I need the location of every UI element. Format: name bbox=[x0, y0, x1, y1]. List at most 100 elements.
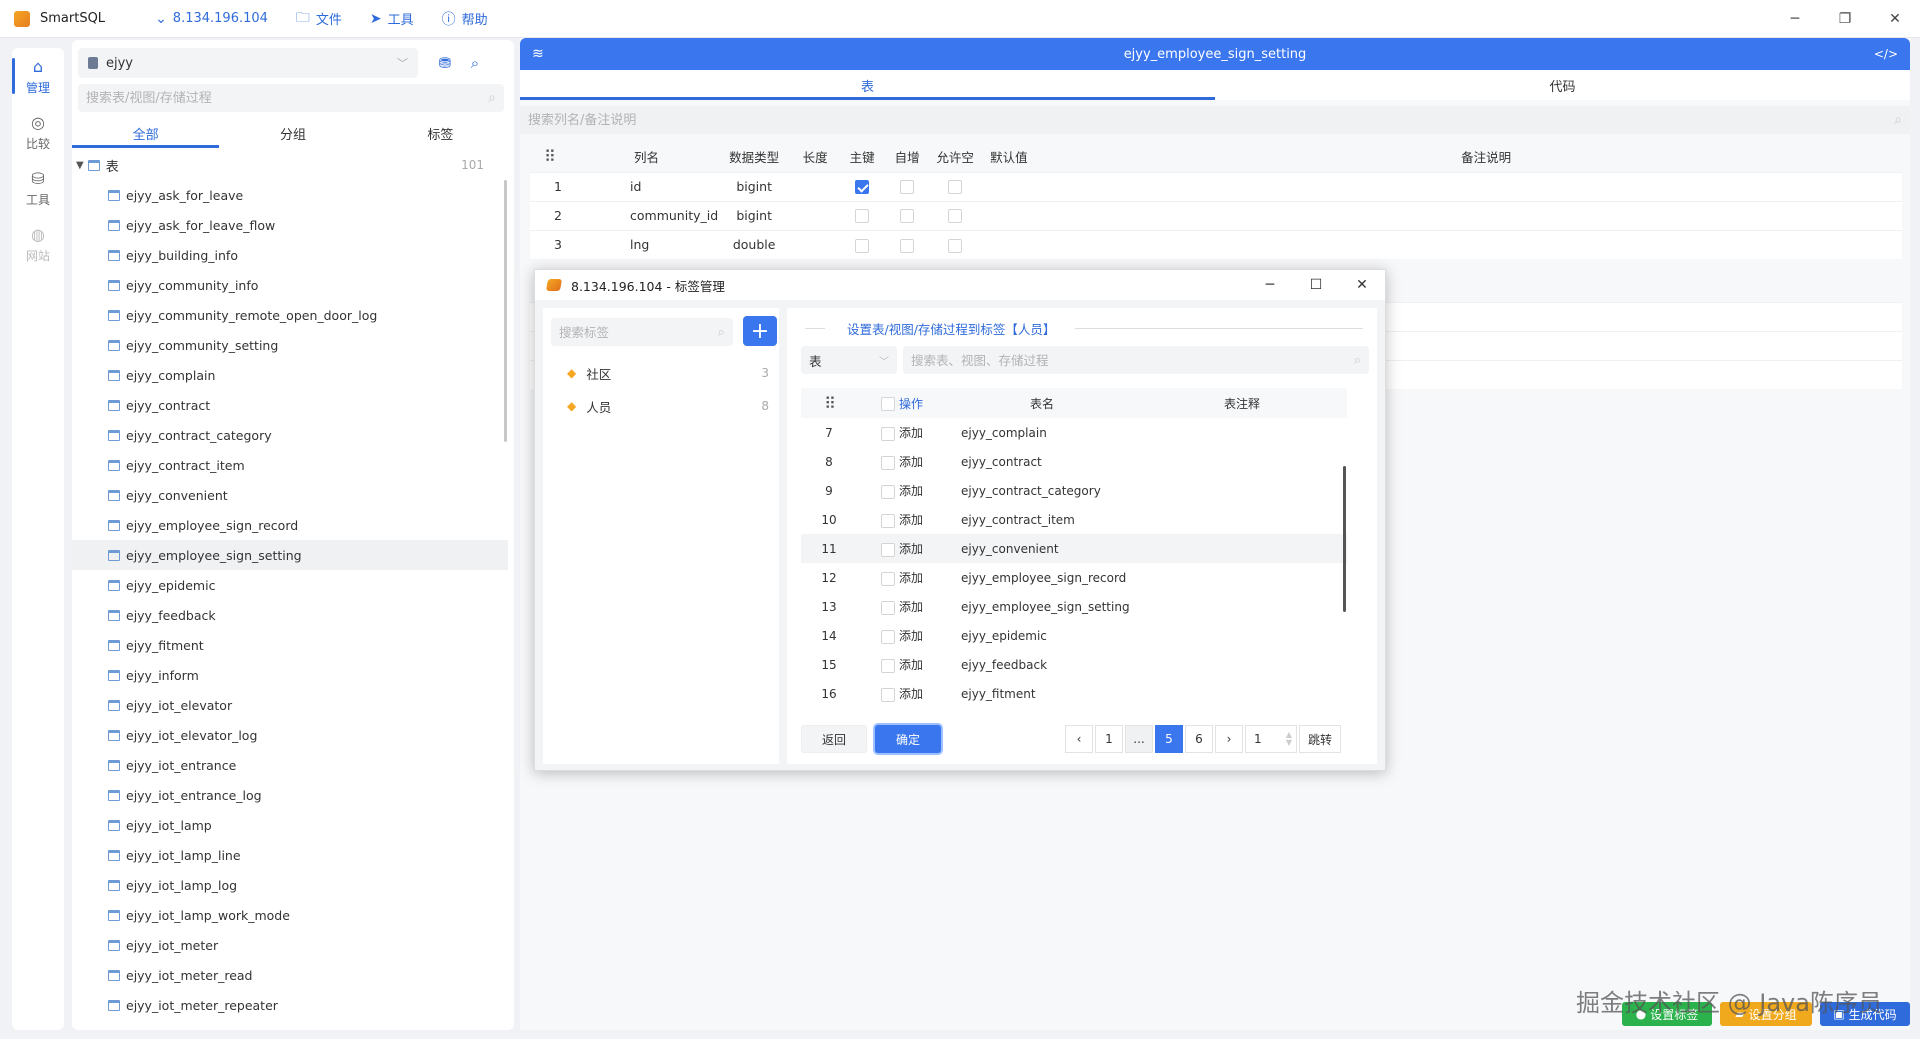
sidebar-search-input[interactable] bbox=[86, 90, 489, 106]
add-action[interactable]: 添加 bbox=[899, 571, 923, 585]
object-type-select[interactable]: 表 ﹀ bbox=[801, 346, 897, 374]
tag-search-input[interactable] bbox=[559, 324, 718, 340]
sidebar-table-item[interactable]: ejyy_iot_lamp bbox=[72, 810, 508, 840]
table-row[interactable]: 2 community_id bigint bbox=[530, 200, 1902, 230]
table-row[interactable]: 13 添加 ejyy_employee_sign_setting bbox=[801, 592, 1347, 621]
row-checkbox[interactable] bbox=[881, 542, 895, 557]
confirm-button[interactable]: 确定 bbox=[875, 725, 941, 753]
rail-item-compare[interactable]: ◎ 比较 bbox=[12, 104, 64, 160]
object-search-input[interactable] bbox=[911, 352, 1354, 368]
tab-code[interactable]: 代码 bbox=[1215, 70, 1910, 100]
grid-icon[interactable]: ⠿ bbox=[801, 388, 857, 418]
nullable-checkbox[interactable] bbox=[948, 180, 963, 195]
add-action[interactable]: 添加 bbox=[899, 658, 923, 672]
table-row[interactable]: 16 添加 ejyy_fitment bbox=[801, 679, 1347, 708]
layers-icon[interactable]: ≋ bbox=[532, 46, 544, 62]
minimize-icon[interactable]: ─ bbox=[1770, 0, 1820, 38]
row-checkbox[interactable] bbox=[881, 571, 895, 586]
table-row[interactable]: 7 添加 ejyy_complain bbox=[801, 418, 1347, 447]
add-action[interactable]: 添加 bbox=[899, 600, 923, 614]
table-row[interactable]: 1 id bigint bbox=[530, 171, 1902, 201]
sidebar-table-item[interactable]: ejyy_iot_lamp_log bbox=[72, 870, 508, 900]
tag-item-staff[interactable]: ◆ 人员 8 bbox=[551, 391, 773, 421]
table-row[interactable]: 8 添加 ejyy_contract bbox=[801, 447, 1347, 476]
sidebar-table-item[interactable]: ejyy_contract_item bbox=[72, 450, 508, 480]
object-table-scrollbar[interactable] bbox=[1343, 466, 1346, 612]
sidebar-table-item[interactable]: ejyy_feedback bbox=[72, 600, 508, 630]
auto-increment-checkbox[interactable] bbox=[900, 238, 915, 253]
tab-table[interactable]: 表 bbox=[520, 70, 1215, 100]
auto-increment-checkbox[interactable] bbox=[900, 209, 915, 224]
table-row[interactable]: 15 添加 ejyy_feedback bbox=[801, 650, 1347, 679]
add-action[interactable]: 添加 bbox=[899, 426, 923, 440]
rail-item-tools[interactable]: ⛁ 工具 bbox=[12, 160, 64, 216]
maximize-icon[interactable]: ☐ bbox=[1293, 270, 1339, 300]
sidebar-table-item[interactable]: ejyy_employee_sign_setting bbox=[72, 540, 508, 570]
connection-menu[interactable]: ⌄ 8.134.196.104 bbox=[155, 11, 268, 27]
sidebar-table-item[interactable]: ejyy_employee_sign_record bbox=[72, 510, 508, 540]
tab-group[interactable]: 分组 bbox=[219, 118, 366, 148]
sidebar-table-item[interactable]: ejyy_iot_entrance_log bbox=[72, 780, 508, 810]
code-icon[interactable]: </> bbox=[1874, 47, 1898, 61]
sidebar-table-item[interactable]: ejyy_community_info bbox=[72, 270, 508, 300]
primary-key-checkbox[interactable] bbox=[855, 209, 870, 224]
nullable-checkbox[interactable] bbox=[948, 238, 963, 253]
sidebar-table-item[interactable]: ejyy_contract_category bbox=[72, 420, 508, 450]
sidebar-table-item[interactable]: ejyy_iot_meter_repeater bbox=[72, 990, 508, 1020]
rail-item-website[interactable]: ◍ 网站 bbox=[12, 216, 64, 272]
select-all-checkbox[interactable] bbox=[881, 397, 895, 411]
row-checkbox[interactable] bbox=[881, 513, 895, 528]
add-tag-button[interactable]: + bbox=[743, 316, 777, 346]
row-checkbox[interactable] bbox=[881, 426, 895, 441]
row-checkbox[interactable] bbox=[881, 484, 895, 499]
close-icon[interactable]: ✕ bbox=[1339, 270, 1385, 300]
page-button[interactable]: 6 bbox=[1185, 725, 1213, 753]
sidebar-table-item[interactable]: ejyy_iot_lamp_line bbox=[72, 840, 508, 870]
jump-button[interactable]: 跳转 bbox=[1299, 725, 1341, 753]
minimize-icon[interactable]: ─ bbox=[1247, 270, 1293, 300]
nullable-checkbox[interactable] bbox=[948, 209, 963, 224]
sidebar-table-item[interactable]: ejyy_iot_meter_read bbox=[72, 960, 508, 990]
sidebar-table-item[interactable]: ejyy_ask_for_leave_flow bbox=[72, 210, 508, 240]
sidebar-table-item[interactable]: ejyy_inform bbox=[72, 660, 508, 690]
next-page-button[interactable]: › bbox=[1215, 725, 1243, 753]
sidebar-table-item[interactable]: ejyy_iot_elevator_log bbox=[72, 720, 508, 750]
sidebar-table-item[interactable]: ejyy_iot_lamp_work_mode bbox=[72, 900, 508, 930]
add-action[interactable]: 添加 bbox=[899, 484, 923, 498]
tab-tag[interactable]: 标签 bbox=[367, 118, 514, 148]
sidebar-table-item[interactable]: ejyy_community_remote_open_door_log bbox=[72, 300, 508, 330]
restore-icon[interactable]: ❐ bbox=[1820, 0, 1870, 38]
add-action[interactable]: 添加 bbox=[899, 629, 923, 643]
rail-item-manage[interactable]: ⌂ 管理 bbox=[12, 48, 64, 104]
sidebar-table-item[interactable]: ejyy_building_info bbox=[72, 240, 508, 270]
tag-item-community[interactable]: ◆ 社区 3 bbox=[551, 358, 773, 388]
database-search-icon[interactable]: ⌕ bbox=[464, 52, 486, 74]
tree-root-tables[interactable]: ▼ 表 101 bbox=[76, 152, 496, 178]
row-checkbox[interactable] bbox=[881, 629, 895, 644]
sidebar-table-item[interactable]: ejyy_iot_meter bbox=[72, 930, 508, 960]
menu-tools[interactable]: ➤ 工具 bbox=[370, 9, 414, 29]
sidebar-table-item[interactable]: ejyy_ask_for_leave bbox=[72, 180, 508, 210]
sidebar-table-item[interactable]: ejyy_epidemic bbox=[72, 570, 508, 600]
database-select[interactable]: ejyy ﹀ bbox=[78, 48, 418, 78]
row-checkbox[interactable] bbox=[881, 687, 895, 702]
add-action[interactable]: 添加 bbox=[899, 542, 923, 556]
sidebar-table-item[interactable]: ejyy_complain bbox=[72, 360, 508, 390]
close-icon[interactable]: ✕ bbox=[1870, 0, 1920, 38]
row-checkbox[interactable] bbox=[881, 600, 895, 615]
menu-help[interactable]: ⓘ 帮助 bbox=[442, 9, 488, 29]
back-button[interactable]: 返回 bbox=[801, 725, 867, 753]
jump-page-input[interactable]: 1 ▲ ▼ bbox=[1245, 725, 1297, 753]
table-row[interactable]: 12 添加 ejyy_employee_sign_record bbox=[801, 563, 1347, 592]
sidebar-table-item[interactable]: ejyy_iot_elevator bbox=[72, 690, 508, 720]
menu-file[interactable]: 🗀 文件 bbox=[296, 7, 342, 31]
database-refresh-icon[interactable]: ⛃ bbox=[434, 52, 456, 74]
prev-page-button[interactable]: ‹ bbox=[1065, 725, 1093, 753]
table-row[interactable]: 14 添加 ejyy_epidemic bbox=[801, 621, 1347, 650]
primary-key-checkbox[interactable] bbox=[855, 180, 870, 195]
page-button[interactable]: 1 bbox=[1095, 725, 1123, 753]
grid-icon[interactable]: ⠿ bbox=[530, 142, 588, 172]
table-row[interactable]: 3 lng double bbox=[530, 229, 1902, 259]
sidebar-table-item[interactable]: ejyy_community_setting bbox=[72, 330, 508, 360]
primary-key-checkbox[interactable] bbox=[855, 238, 870, 253]
